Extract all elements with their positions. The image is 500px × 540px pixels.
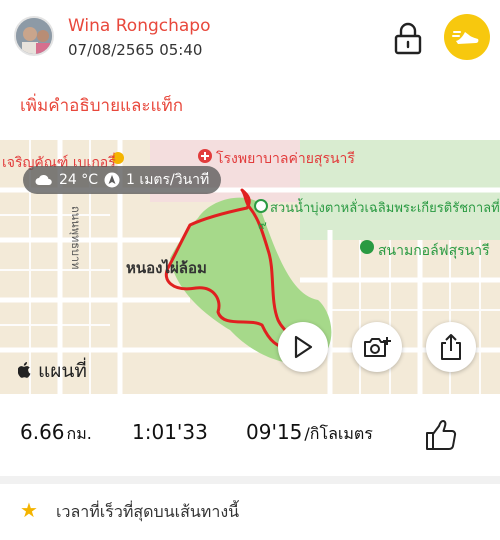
- road-label: ถนนพุทธบาท: [69, 206, 82, 270]
- add-description-link[interactable]: เพิ่มคำอธิบายและแท็ก: [20, 92, 183, 119]
- add-photo-button[interactable]: [352, 322, 402, 372]
- temperature-text: 24 °C: [59, 172, 99, 188]
- camera-plus-icon: [364, 337, 391, 357]
- running-shoe-icon[interactable]: [444, 14, 490, 60]
- share-button[interactable]: [426, 322, 476, 372]
- poi-hospital[interactable]: โรงพยาบาลค่ายสุรนารี: [216, 148, 355, 170]
- poi-park[interactable]: สวนน้ำบุ่งตาหลั่วเฉลิมพระเกียรติรัชกาลที…: [270, 197, 500, 218]
- apple-logo-icon: [17, 362, 31, 378]
- pace-stat: 09'15/กิโลเมตร: [246, 420, 373, 447]
- section-divider: [0, 476, 500, 484]
- activity-header: Wina Rongchapo 07/08/2565 05:40: [0, 0, 500, 80]
- share-icon: [441, 334, 461, 360]
- play-route-button[interactable]: [278, 322, 328, 372]
- poi-golf[interactable]: สนามกอล์ฟสุรนารี: [378, 240, 490, 262]
- duration-stat: 1:01'33: [132, 420, 208, 444]
- best-time-row[interactable]: ★ เวลาที่เร็วที่สุดบนเส้นทางนี้: [0, 484, 500, 540]
- avatar[interactable]: [14, 16, 54, 56]
- pace-unit: /กิโลเมตร: [304, 424, 373, 443]
- wind-speed-text: 1 เมตร/วินาที: [126, 172, 210, 188]
- area-label: หนองไผ่ล้อม: [126, 259, 207, 277]
- lock-icon[interactable]: [393, 21, 423, 55]
- distance-value: 6.66: [20, 420, 65, 444]
- cloud-icon: [35, 174, 52, 185]
- wind-direction-icon: [104, 172, 120, 188]
- distance-unit: กม.: [66, 424, 92, 443]
- user-name[interactable]: Wina Rongchapo: [68, 16, 211, 36]
- route-map[interactable]: เจริญคัณฑ์ เบเกอรี่ โรงพยาบาลค่ายสุรนารี…: [0, 140, 500, 394]
- star-icon: ★: [20, 498, 38, 522]
- best-time-label: เวลาที่เร็วที่สุดบนเส้นทางนี้: [56, 502, 240, 521]
- weather-pill: 24 °C 1 เมตร/วินาที: [23, 166, 222, 194]
- pace-value: 09'15: [246, 420, 303, 444]
- apple-maps-attribution: แผนที่: [17, 356, 87, 386]
- poi-park-cont: ๙: [258, 218, 267, 232]
- distance-stat: 6.66 กม.: [20, 420, 92, 447]
- post-date: 07/08/2565 05:40: [68, 41, 203, 59]
- thumbs-up-icon[interactable]: [424, 418, 458, 452]
- play-icon: [294, 335, 313, 359]
- activity-stats: 6.66 กม. 1:01'33 09'15/กิโลเมตร: [0, 404, 500, 470]
